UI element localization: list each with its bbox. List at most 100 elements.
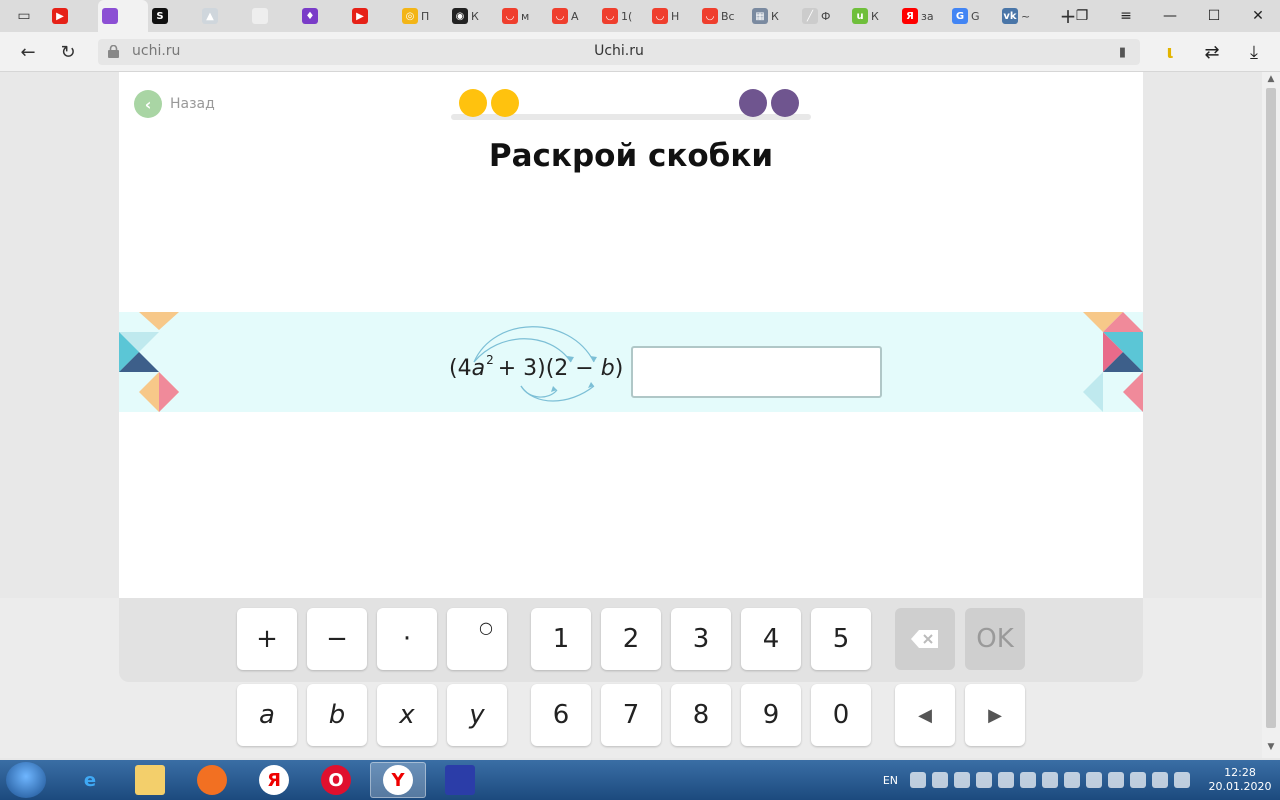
firefox-icon xyxy=(197,765,227,795)
back-arrow-icon[interactable]: ← xyxy=(16,40,40,64)
key-row1-6[interactable]: 3 xyxy=(671,608,731,670)
browser-tab[interactable]: uК xyxy=(848,0,898,32)
back-label: Назад xyxy=(170,96,215,112)
tray-yandex-icon[interactable] xyxy=(1064,772,1080,788)
browser-tab[interactable]: vk ~ xyxy=(998,0,1048,32)
browser-tab[interactable]: ◡ А xyxy=(548,0,598,32)
browser-tab[interactable]: Яза xyxy=(898,0,948,32)
key-row1-3[interactable]: ○ xyxy=(447,608,507,670)
maximize-icon[interactable]: ☐ xyxy=(1192,0,1236,32)
key-row2-1[interactable]: b xyxy=(307,684,367,746)
key-row1-5[interactable]: 2 xyxy=(601,608,661,670)
omnibox[interactable]: uchi.ru Uchi.ru ▮ xyxy=(98,39,1140,65)
browser-tab[interactable]: ▲ xyxy=(198,0,248,32)
translate-icon[interactable]: ⇄ xyxy=(1200,40,1224,64)
drop-icon: ♦ xyxy=(302,8,318,24)
tray-flag-icon[interactable] xyxy=(1108,772,1124,788)
browser-tab[interactable] xyxy=(98,0,148,32)
key-row2-2[interactable]: x xyxy=(377,684,437,746)
tab-manager-icon[interactable]: ❐ xyxy=(1060,0,1104,32)
tray-app-icon[interactable] xyxy=(954,772,970,788)
left-arrow-button[interactable]: ◀ xyxy=(895,684,955,746)
taskbar-yandex[interactable]: Я xyxy=(246,762,302,798)
scroll-down-icon[interactable]: ▼ xyxy=(1262,742,1280,756)
taskbar-save[interactable] xyxy=(432,762,488,798)
key-row2-8[interactable]: 0 xyxy=(811,684,871,746)
browser-tab[interactable]: ◡ Вс xyxy=(698,0,748,32)
menu-icon[interactable]: ≡ xyxy=(1104,0,1148,32)
tray-volume-icon[interactable] xyxy=(1174,772,1190,788)
tab-title: Н xyxy=(671,9,680,23)
key-row1-2[interactable]: · xyxy=(377,608,437,670)
tray-usb-icon[interactable] xyxy=(910,772,926,788)
key-row2-5[interactable]: 7 xyxy=(601,684,661,746)
start-button[interactable] xyxy=(6,762,46,798)
extension-icon[interactable]: ι xyxy=(1158,40,1182,64)
taskbar-ie[interactable]: e xyxy=(62,762,118,798)
browser-tab[interactable]: ◡ 1( xyxy=(598,0,648,32)
key-row2-0[interactable]: a xyxy=(237,684,297,746)
browser-tab[interactable]: ◡ м xyxy=(498,0,548,32)
browser-tab[interactable]: ▦ К xyxy=(748,0,798,32)
tray-bluetooth-icon[interactable] xyxy=(1086,772,1102,788)
progress-dot-pending xyxy=(771,89,799,117)
browser-tab[interactable]: ▶ xyxy=(348,0,398,32)
progress-dot-done xyxy=(459,89,487,117)
language-indicator[interactable]: EN xyxy=(883,774,898,787)
tab-title: ~ xyxy=(1021,9,1031,23)
ok-button[interactable]: OK xyxy=(965,608,1025,670)
minimize-icon[interactable]: — xyxy=(1148,0,1192,32)
browser-tab[interactable]: GG xyxy=(948,0,998,32)
grid-icon: ▦ xyxy=(752,8,768,24)
taskbar-firefox[interactable] xyxy=(184,762,240,798)
tray-app-icon[interactable] xyxy=(1020,772,1036,788)
clock[interactable]: 12:28 20.01.2020 xyxy=(1200,766,1280,794)
browser-tab[interactable]: ♦ xyxy=(298,0,348,32)
tab-title: П xyxy=(421,9,430,23)
tray-app-icon[interactable] xyxy=(1042,772,1058,788)
tray-opera-icon[interactable] xyxy=(998,772,1014,788)
browser-tab[interactable]: ▶ xyxy=(48,0,98,32)
right-arrow-button[interactable]: ▶ xyxy=(965,684,1025,746)
vertical-scrollbar[interactable]: ▲ ▼ xyxy=(1262,72,1280,758)
browser-tab[interactable]: ◉ К xyxy=(448,0,498,32)
uchi-icon: ◡ xyxy=(552,8,568,24)
tray-signal-icon[interactable] xyxy=(1152,772,1168,788)
tab-title: за xyxy=(921,9,934,23)
key-row1-1[interactable]: − xyxy=(307,608,367,670)
backspace-button[interactable] xyxy=(895,608,955,670)
key-row2-4[interactable]: 6 xyxy=(531,684,591,746)
exercise-band: (4 a 2 + 3)(2 − b ) = xyxy=(119,312,1143,412)
tray-app-icon[interactable] xyxy=(1130,772,1146,788)
browser-tab[interactable]: S xyxy=(148,0,198,32)
browser-tab[interactable]: ◡ Н xyxy=(648,0,698,32)
tray-app-icon[interactable] xyxy=(932,772,948,788)
back-button[interactable]: ‹ Назад xyxy=(134,90,215,118)
taskbar-opera[interactable]: O xyxy=(308,762,364,798)
decorative-triangles-right xyxy=(1083,312,1143,412)
key-row2-7[interactable]: 9 xyxy=(741,684,801,746)
scroll-up-icon[interactable]: ▲ xyxy=(1262,74,1280,88)
browser-tab[interactable]: ◎ П xyxy=(398,0,448,32)
scroll-thumb[interactable] xyxy=(1266,88,1276,728)
key-row1-0[interactable]: + xyxy=(237,608,297,670)
browser-tab[interactable]: ╱ Ф xyxy=(798,0,848,32)
tab-title: А xyxy=(571,9,579,23)
key-row1-8[interactable]: 5 xyxy=(811,608,871,670)
download-icon[interactable]: ⤓ xyxy=(1242,40,1266,64)
taskbar-explorer[interactable] xyxy=(122,762,178,798)
reload-icon[interactable]: ↻ xyxy=(56,40,80,64)
key-row1-7[interactable]: 4 xyxy=(741,608,801,670)
browser-tab[interactable] xyxy=(248,0,298,32)
key-row1-4[interactable]: 1 xyxy=(531,608,591,670)
answer-input[interactable] xyxy=(631,346,882,398)
close-icon[interactable]: ✕ xyxy=(1236,0,1280,32)
clock-time: 12:28 xyxy=(1224,766,1256,779)
key-row2-6[interactable]: 8 xyxy=(671,684,731,746)
tray-app-icon[interactable] xyxy=(976,772,992,788)
tray-icons xyxy=(910,772,1190,788)
bookmark-icon[interactable]: ▮ xyxy=(1119,45,1126,60)
taskbar-yandex-browser[interactable]: Y xyxy=(370,762,426,798)
sidebar-toggle-icon[interactable]: ▭ xyxy=(0,0,48,32)
key-row2-3[interactable]: y xyxy=(447,684,507,746)
